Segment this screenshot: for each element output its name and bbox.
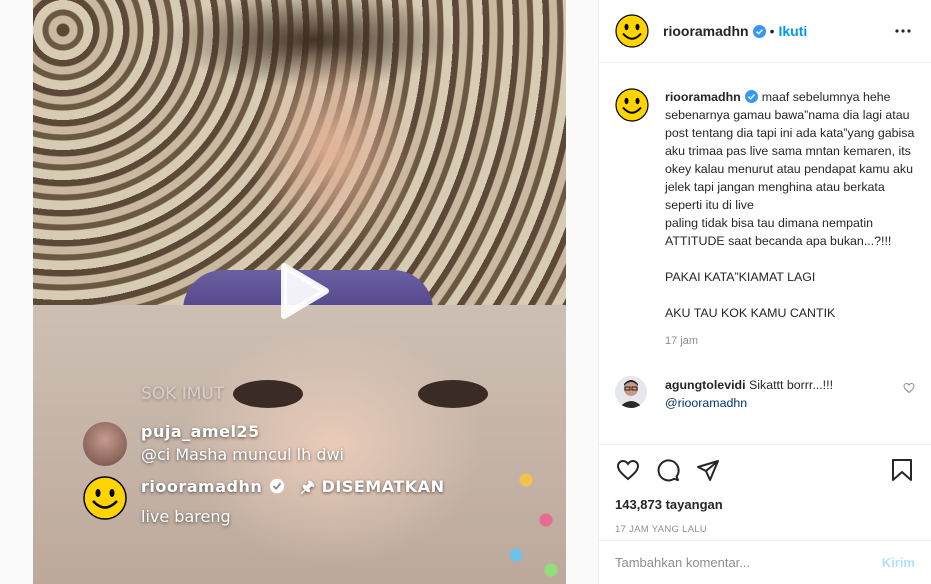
live-comment-text: live bareng: [141, 507, 231, 526]
post-header: riooramadhn • Ikuti: [599, 0, 931, 63]
header-separator: •: [769, 23, 775, 39]
view-count[interactable]: 143,873 tayangan: [615, 497, 915, 512]
caption-text: maaf sebelumnya hehe sebenarnya gamau ba…: [665, 90, 915, 320]
comment-icon[interactable]: [655, 457, 681, 483]
comment-input[interactable]: [615, 555, 882, 570]
live-comment-avatar: [83, 422, 127, 466]
comment-text: Sikattt borrr...!!!: [749, 378, 834, 392]
live-comment-pinned: riooramadhn 🖈 DISEMATKAN live bareng: [83, 476, 563, 526]
live-comments-overlay: SOK IMUT puja_amel25 @ci Masha muncul lh…: [83, 380, 563, 536]
comment-username[interactable]: agungtolevidi: [665, 378, 746, 392]
live-comment-faded: SOK IMUT: [141, 380, 563, 404]
caption-timestamp[interactable]: 17 jam: [665, 332, 915, 350]
bookmark-icon[interactable]: [889, 457, 915, 483]
live-comment-username: riooramadhn: [141, 477, 263, 496]
live-comment-username: puja_amel25: [141, 422, 260, 441]
smiley-avatar-icon[interactable]: [615, 88, 649, 122]
video-player[interactable]: SOK IMUT puja_amel25 @ci Masha muncul lh…: [33, 0, 566, 584]
post-comment-button[interactable]: Kirim: [882, 555, 915, 570]
post-sidebar: riooramadhn • Ikuti riooramadhn maaf sebe…: [598, 0, 931, 584]
live-comment-text: @ci Masha muncul lh dwi: [141, 445, 344, 464]
smiley-avatar-icon[interactable]: [615, 14, 649, 48]
pinned-label: 🖈 DISEMATKAN: [300, 477, 445, 496]
smiley-avatar-icon: [83, 476, 127, 520]
add-comment-bar: Kirim: [599, 540, 931, 584]
caption: riooramadhn maaf sebelumnya hehe sebenarn…: [615, 88, 915, 350]
avatar[interactable]: [615, 376, 647, 408]
share-icon[interactable]: [695, 457, 721, 483]
comment-mention-link[interactable]: @riooramadhn: [665, 396, 747, 410]
media-panel: SOK IMUT puja_amel25 @ci Masha muncul lh…: [0, 0, 598, 584]
caption-username[interactable]: riooramadhn: [665, 90, 741, 104]
live-comment: puja_amel25 @ci Masha muncul lh dwi: [83, 422, 563, 466]
heart-icon[interactable]: [903, 382, 915, 394]
follow-button[interactable]: Ikuti: [778, 23, 807, 39]
verified-icon: [270, 478, 285, 494]
verified-icon: [744, 90, 758, 103]
header-username[interactable]: riooramadhn: [663, 23, 749, 39]
post-date[interactable]: 17 JAM YANG LALU: [615, 524, 915, 535]
comment-item: agungtolevidi Sikattt borrr...!!! @rioor…: [615, 376, 915, 412]
more-icon[interactable]: [891, 19, 915, 43]
play-icon[interactable]: [268, 258, 334, 324]
actions-bar: 143,873 tayangan 17 JAM YANG LALU: [599, 444, 931, 535]
live-comment-faded-text: SOK IMUT: [141, 384, 225, 404]
verified-icon: [752, 24, 766, 38]
heart-icon[interactable]: [615, 457, 641, 483]
comments-list[interactable]: riooramadhn maaf sebelumnya hehe sebenarn…: [599, 64, 931, 444]
